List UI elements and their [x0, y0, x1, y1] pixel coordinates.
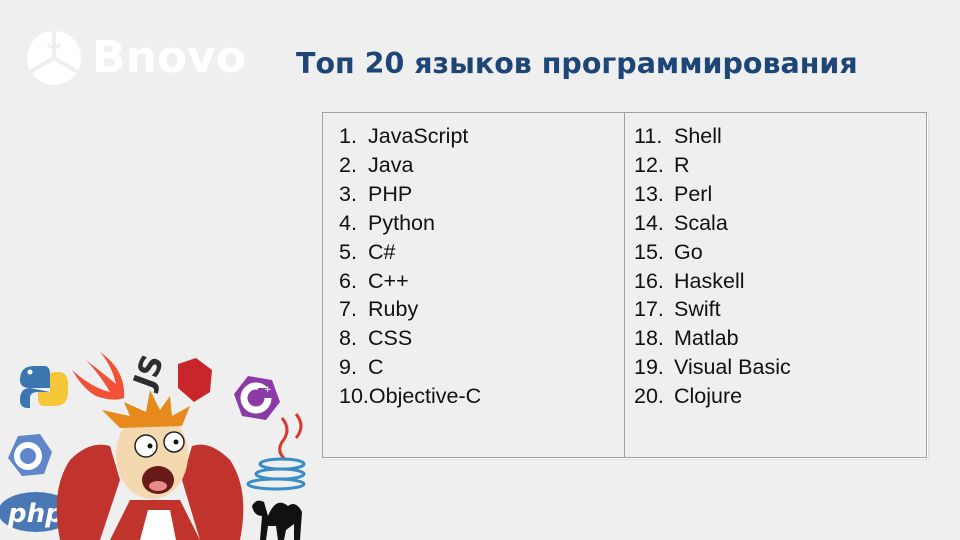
java-logo-icon: [246, 413, 306, 491]
cpp-logo-icon: [8, 434, 52, 476]
item-number: 20.: [634, 384, 664, 409]
item-number: 15.: [634, 239, 664, 264]
perl-camel-icon: [252, 500, 302, 540]
languages-column-left: 1. JavaScript 2. Java 3. PHP 4. Python 5. C# …: [323, 113, 625, 457]
item-name: Java: [368, 152, 414, 177]
item-number: 13.: [634, 181, 664, 206]
item-number: 14.: [634, 210, 664, 235]
item-name: C: [368, 355, 384, 380]
ruby-logo-icon: [178, 358, 212, 402]
item-name: Shell: [674, 124, 722, 148]
item-name: Scala: [674, 210, 728, 235]
item-name: Go: [674, 239, 703, 264]
item-name: C#: [368, 239, 396, 264]
list-item: 10. Objective-C: [339, 382, 624, 411]
languages-table: 1. JavaScript 2. Java 3. PHP 4. Python 5. C# …: [322, 112, 927, 458]
item-number: 19.: [634, 355, 664, 380]
item-number: 17.: [634, 297, 664, 322]
item-name: R: [674, 152, 690, 177]
item-name: Ruby: [368, 297, 419, 322]
item-name: Clojure: [674, 384, 743, 409]
item-number: 4.: [339, 210, 357, 235]
list-item: 17. Swift: [634, 295, 926, 324]
item-number: 10.: [339, 384, 369, 409]
programmer-illustration: JS + php: [0, 350, 306, 540]
item-number: 11.: [634, 124, 663, 148]
item-number: 1.: [339, 124, 357, 148]
item-name: Objective-C: [368, 384, 482, 409]
list-item: 13. Perl: [634, 180, 926, 209]
list-item: 2. Java: [339, 151, 624, 180]
list-item: 18. Matlab: [634, 324, 926, 353]
character-icon: [56, 390, 244, 540]
list-item: 20. Clojure: [634, 382, 926, 411]
item-name: Visual Basic: [674, 355, 791, 380]
item-number: 18.: [634, 326, 664, 351]
list-item: 5. C#: [339, 238, 624, 267]
item-name: C++: [368, 268, 409, 293]
svg-text:+: +: [264, 385, 272, 395]
item-number: 9.: [339, 355, 357, 380]
item-number: 6.: [339, 268, 357, 293]
item-name: Matlab: [674, 326, 739, 351]
item-number: 5.: [339, 239, 357, 264]
bnovo-logo: Bnovo: [26, 30, 246, 86]
item-number: 3.: [339, 181, 357, 206]
python-logo-icon: [20, 366, 68, 408]
list-item: 9. C: [339, 353, 624, 382]
list-item: 15. Go: [634, 238, 926, 267]
logo-text: Bnovo: [92, 32, 246, 83]
item-name: Haskell: [674, 268, 745, 293]
item-name: CSS: [368, 326, 413, 351]
list-item: 1. JavaScript: [339, 122, 624, 151]
swift-logo-icon: [72, 352, 125, 400]
item-number: 2.: [339, 152, 357, 177]
item-name: Perl: [674, 181, 713, 206]
item-number: 8.: [339, 326, 357, 351]
item-name: JavaScript: [368, 124, 469, 148]
list-item: 16. Haskell: [634, 267, 926, 296]
list-item: 11. Shell: [634, 122, 926, 151]
list-item: 12. R: [634, 151, 926, 180]
list-item: 14. Scala: [634, 209, 926, 238]
list-item: 8. CSS: [339, 324, 624, 353]
list-item: 3. PHP: [339, 180, 624, 209]
list-item: 19. Visual Basic: [634, 353, 926, 382]
languages-column-right: 11. Shell 12. R 13. Perl 14. Scala 15. Go 16.…: [625, 113, 926, 457]
list-item: 6. C++: [339, 267, 624, 296]
bnovo-logo-icon: [27, 31, 81, 85]
svg-text:php: php: [7, 499, 64, 529]
page-title: Топ 20 языков программирования: [296, 47, 858, 80]
item-name: PHP: [368, 181, 413, 206]
js-logo-icon: JS: [126, 350, 171, 395]
csharp-logo-icon: +: [234, 376, 280, 420]
item-number: 16.: [634, 268, 664, 293]
list-item: 4. Python: [339, 209, 624, 238]
list-item: 7. Ruby: [339, 295, 624, 324]
svg-text:JS: JS: [126, 350, 171, 395]
item-number: 12.: [634, 152, 664, 177]
item-name: Swift: [674, 297, 721, 322]
item-name: Python: [368, 210, 435, 235]
item-number: 7.: [339, 297, 357, 322]
